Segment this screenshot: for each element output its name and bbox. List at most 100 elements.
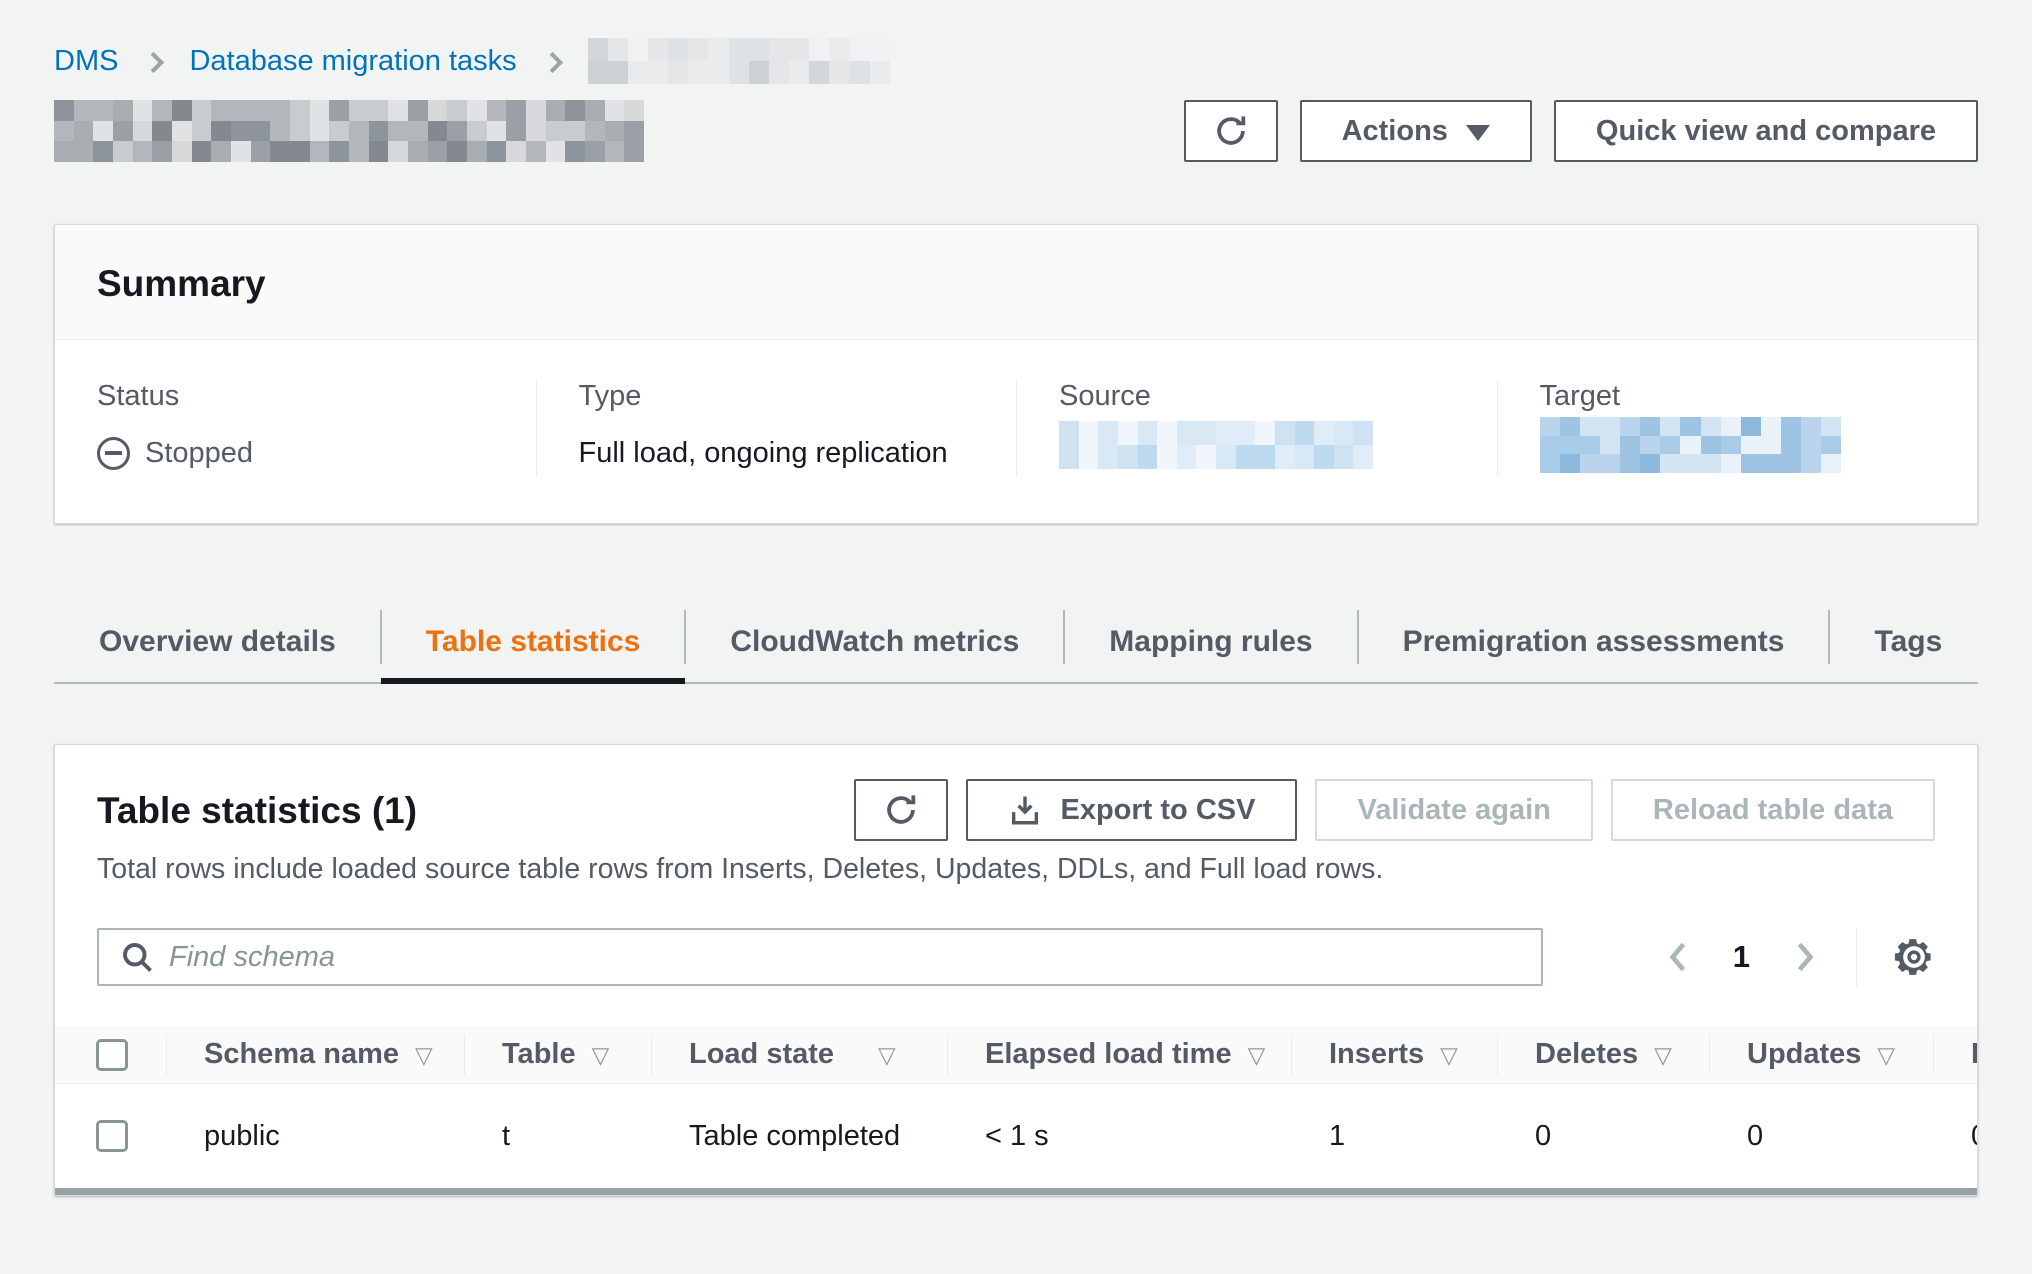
current-page-number: 1 <box>1733 939 1750 975</box>
redacted-source-link[interactable] <box>1059 421 1373 469</box>
summary-title: Summary <box>97 263 1935 305</box>
column-label: Updates <box>1747 1038 1861 1071</box>
page-header: Actions Quick view and compare <box>54 100 1978 162</box>
pagination-divider <box>1856 928 1857 986</box>
summary-field-source: Source <box>1016 380 1497 477</box>
actions-label: Actions <box>1342 115 1448 148</box>
dms-task-page: DMS Database migration tasks Actions Qui… <box>0 0 2032 1196</box>
sort-icon: ▽ <box>415 1043 433 1069</box>
previous-page-button[interactable] <box>1663 939 1693 975</box>
table-header-row: Schema name ▽ Table ▽ Load state ▽ Elaps… <box>55 1026 1977 1084</box>
cell-table: t <box>464 1120 651 1153</box>
download-icon <box>1008 793 1042 827</box>
breadcrumb: DMS Database migration tasks <box>54 38 1978 84</box>
caret-down-icon <box>1466 125 1490 141</box>
column-header-load-state[interactable]: Load state ▽ <box>651 1026 947 1083</box>
table-refresh-button[interactable] <box>854 779 948 841</box>
tab-overview-details[interactable]: Overview details <box>54 600 381 684</box>
tab-table-statistics[interactable]: Table statistics <box>381 600 686 684</box>
column-header-inserts[interactable]: Inserts ▽ <box>1291 1026 1497 1083</box>
type-value: Full load, ongoing replication <box>579 429 975 477</box>
pagination: 1 <box>1663 928 1935 986</box>
find-schema-input[interactable] <box>97 928 1543 986</box>
tab-tags[interactable]: Tags <box>1829 600 1987 684</box>
target-label: Target <box>1540 380 1936 413</box>
table-panel-buttons: Export to CSV Validate again Reload tabl… <box>854 779 1935 841</box>
column-label: Schema name <box>204 1038 399 1071</box>
export-csv-button[interactable]: Export to CSV <box>966 779 1297 841</box>
summary-body: Status Stopped Type Full load, ongoing r… <box>55 340 1977 523</box>
reload-table-data-label: Reload table data <box>1653 794 1893 827</box>
type-label: Type <box>579 380 975 413</box>
table-toolbar: 1 <box>97 928 1935 986</box>
row-checkbox[interactable] <box>96 1120 128 1152</box>
redacted-task-name <box>588 38 890 84</box>
summary-panel-header: Summary <box>55 225 1977 340</box>
redacted-target-link[interactable] <box>1540 417 1842 473</box>
tab-premigration-assessments[interactable]: Premigration assessments <box>1358 600 1830 684</box>
stopped-icon <box>97 437 130 470</box>
table-statistics-panel: Table statistics (1) Export to CSV <box>54 744 1978 1196</box>
breadcrumb-link-dms[interactable]: DMS <box>54 45 118 78</box>
column-header-ddls[interactable]: DDLs <box>1933 1026 1977 1083</box>
summary-panel: Summary Status Stopped Type Full load, o… <box>54 224 1978 524</box>
cell-elapsed-load-time: < 1 s <box>947 1120 1291 1153</box>
summary-field-status: Status Stopped <box>55 380 536 477</box>
breadcrumb-link-tasks[interactable]: Database migration tasks <box>189 45 516 78</box>
chevron-left-icon <box>1663 939 1693 975</box>
sort-icon: ▽ <box>1440 1043 1458 1069</box>
select-all-cell <box>55 1026 166 1083</box>
reload-table-data-button: Reload table data <box>1611 779 1935 841</box>
column-header-updates[interactable]: Updates ▽ <box>1709 1026 1933 1083</box>
horizontal-scrollbar[interactable] <box>55 1188 1977 1195</box>
chevron-right-icon <box>542 51 563 72</box>
validate-again-label: Validate again <box>1357 794 1550 827</box>
column-header-schema-name[interactable]: Schema name ▽ <box>166 1026 464 1083</box>
tab-mapping-rules[interactable]: Mapping rules <box>1064 600 1357 684</box>
column-label: DDLs <box>1971 1038 1977 1071</box>
column-label: Table <box>502 1038 576 1071</box>
select-all-checkbox[interactable] <box>96 1039 128 1071</box>
summary-field-type: Type Full load, ongoing replication <box>536 380 1017 477</box>
table-statistics-title: Table statistics (1) <box>97 779 417 843</box>
refresh-button[interactable] <box>1184 100 1278 162</box>
redacted-page-title <box>54 100 644 162</box>
cell-schema-name: public <box>166 1120 464 1153</box>
type-text: Full load, ongoing replication <box>579 437 948 470</box>
settings-button[interactable] <box>1893 936 1935 978</box>
column-label: Deletes <box>1535 1038 1638 1071</box>
task-tabs: Overview details Table statistics CloudW… <box>54 600 1978 684</box>
column-header-table[interactable]: Table ▽ <box>464 1026 651 1083</box>
column-header-deletes[interactable]: Deletes ▽ <box>1497 1026 1709 1083</box>
actions-button[interactable]: Actions <box>1300 100 1532 162</box>
column-label: Elapsed load time <box>985 1038 1232 1071</box>
table-panel-header: Table statistics (1) Export to CSV <box>55 779 1977 843</box>
sort-icon: ▽ <box>1248 1043 1266 1069</box>
next-page-button[interactable] <box>1790 939 1820 975</box>
cell-updates: 0 <box>1709 1120 1933 1153</box>
search-box <box>97 928 1543 986</box>
status-value: Stopped <box>97 429 494 477</box>
refresh-icon <box>882 791 920 829</box>
sort-icon: ▽ <box>1654 1043 1672 1069</box>
cell-deletes: 0 <box>1497 1120 1709 1153</box>
cell-load-state: Table completed <box>651 1120 947 1153</box>
cell-inserts: 1 <box>1291 1120 1497 1153</box>
status-label: Status <box>97 380 494 413</box>
table-panel-description: Total rows include loaded source table r… <box>97 853 1935 886</box>
quick-view-button[interactable]: Quick view and compare <box>1554 100 1978 162</box>
chevron-right-icon <box>1790 939 1820 975</box>
header-actions: Actions Quick view and compare <box>1184 100 1978 162</box>
validate-again-button: Validate again <box>1315 779 1592 841</box>
gear-icon <box>1893 936 1935 978</box>
chevron-right-icon <box>143 51 164 72</box>
refresh-icon <box>1212 112 1250 150</box>
tab-cloudwatch-metrics[interactable]: CloudWatch metrics <box>685 600 1064 684</box>
cell-ddls: 0 <box>1933 1120 1977 1153</box>
row-select-cell <box>55 1120 166 1152</box>
sort-icon: ▽ <box>592 1043 610 1069</box>
search-icon <box>119 939 155 975</box>
column-label: Load state <box>689 1038 834 1071</box>
column-header-elapsed-load-time[interactable]: Elapsed load time ▽ <box>947 1026 1291 1083</box>
table-statistics-table: Schema name ▽ Table ▽ Load state ▽ Elaps… <box>55 1026 1977 1188</box>
